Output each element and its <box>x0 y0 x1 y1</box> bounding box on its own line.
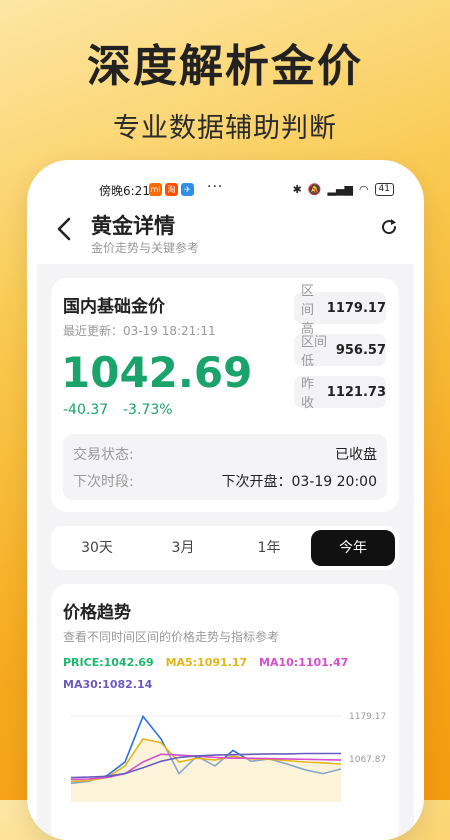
stat-value: 956.57 <box>335 342 386 358</box>
range-tabs: 30天 3月 1年 今年 <box>51 526 399 570</box>
quote-card: 国内基础金价 最近更新：03-19 18:21:11 1042.69 -40.3… <box>51 278 399 512</box>
series-area <box>71 738 341 802</box>
stat-label: 昨收 <box>301 377 315 411</box>
legend-ma30: MA30:1082.14 <box>63 678 153 691</box>
tab-30-days[interactable]: 30天 <box>55 530 139 566</box>
trend-subtitle: 查看不同时间区间的价格走势与指标参考 <box>63 630 280 644</box>
stat-label: 区间高 <box>301 283 315 337</box>
page-title: 黄金详情 <box>91 214 175 238</box>
status-bar: 傍晚6:21 mi 淘 ✈ ··· ✱ 🔕 ▂▄▆ ◠ 41 <box>27 179 424 202</box>
last-updated-label: 最近更新： <box>63 324 124 338</box>
trade-status-label: 交易状态: <box>73 447 134 463</box>
stat-range-low: 区间低 956.57 <box>294 334 386 369</box>
status-system-icons: ✱ 🔕 ▂▄▆ ◠ 41 <box>293 183 394 196</box>
stat-prev-close: 昨收 1121.73 <box>294 376 386 411</box>
tab-3-months[interactable]: 3月 <box>141 530 225 566</box>
wifi-icon: ◠ <box>358 183 369 196</box>
price-change-percent: -3.73% <box>123 402 173 418</box>
content-area: 国内基础金价 最近更新：03-19 18:21:11 1042.69 -40.3… <box>37 264 414 840</box>
taobao-icon: 淘 <box>165 183 178 196</box>
next-session-label: 下次时段: <box>73 474 134 490</box>
back-arrow-icon[interactable] <box>55 216 75 242</box>
current-price: 1042.69 <box>61 348 253 397</box>
plane-icon: ✈ <box>181 183 194 196</box>
y-tick-label: 1067.87 <box>349 755 386 765</box>
quote-title: 国内基础金价 <box>63 297 165 317</box>
status-more: ··· <box>207 179 224 195</box>
price-change: -40.37 <box>63 402 109 418</box>
y-tick-label: 1179.17 <box>349 712 386 722</box>
last-updated-value: 03-19 18:21:11 <box>123 324 216 338</box>
stat-range-high: 区间高 1179.17 <box>294 284 386 337</box>
promo-headline: 深度解析金价 <box>87 41 363 92</box>
battery-icon: 41 <box>374 183 394 196</box>
price-trend-chart: 1179.17 1067.87 <box>70 712 386 802</box>
legend-ma10: MA10:1101.47 <box>259 656 349 669</box>
legend-ma5: MA5:1091.17 <box>165 656 248 669</box>
nav-bar: 黄金详情 金价走势与关键参考 <box>27 210 424 262</box>
mi-app-icon: mi <box>149 183 162 196</box>
trade-info-box: 交易状态: 已收盘 下次时段: 下次开盘：03-19 20:00 <box>63 434 387 500</box>
trade-status-value: 已收盘 <box>335 447 377 463</box>
stat-value: 1179.17 <box>326 300 386 316</box>
signal-icon: ▂▄▆ <box>327 183 353 196</box>
trade-status-row: 交易状态: 已收盘 <box>73 444 377 464</box>
mute-icon: 🔕 <box>307 183 322 196</box>
tab-1-year[interactable]: 1年 <box>227 530 311 566</box>
tab-this-year[interactable]: 今年 <box>311 530 395 566</box>
next-session-value: 下次开盘：03-19 20:00 <box>221 474 377 490</box>
stat-value: 1121.73 <box>326 384 386 400</box>
trend-card: 价格趋势 查看不同时间区间的价格走势与指标参考 PRICE:1042.69 MA… <box>51 584 399 840</box>
promo-subhead: 专业数据辅助判断 <box>113 113 337 144</box>
last-updated: 最近更新：03-19 18:21:11 <box>63 322 216 339</box>
refresh-icon[interactable] <box>380 218 398 236</box>
status-time: 傍晚6:21 <box>99 184 150 198</box>
bluetooth-icon: ✱ <box>292 183 302 196</box>
chart-legend: PRICE:1042.69 MA5:1091.17 MA10:1101.47 M… <box>63 652 393 696</box>
stat-label: 区间低 <box>301 335 328 369</box>
trend-title: 价格趋势 <box>63 603 131 623</box>
page-subtitle: 金价走势与关键参考 <box>91 241 200 255</box>
legend-price: PRICE:1042.69 <box>63 656 154 669</box>
status-app-icons: mi 淘 ✈ <box>149 183 194 196</box>
phone-screen: 傍晚6:21 mi 淘 ✈ ··· ✱ 🔕 ▂▄▆ ◠ 41 黄金详情 金价走势… <box>27 160 424 840</box>
next-session-row: 下次时段: 下次开盘：03-19 20:00 <box>73 471 377 491</box>
